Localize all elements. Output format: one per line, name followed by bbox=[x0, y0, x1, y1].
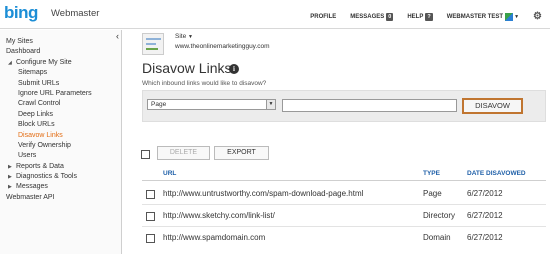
sidebar-item-ignore-url-parameters[interactable]: Ignore URL Parameters bbox=[6, 89, 92, 99]
help-label: HELP bbox=[407, 13, 424, 20]
sidebar-item-block-urls[interactable]: Block URLs bbox=[6, 120, 92, 130]
row-checkbox[interactable] bbox=[146, 190, 155, 199]
collapsed-triangle-icon: ▶ bbox=[8, 174, 12, 181]
column-header-url[interactable]: URL bbox=[163, 170, 176, 177]
sidebar-item-crawl-control[interactable]: Crawl Control bbox=[6, 99, 92, 109]
row-url: http://www.sketchy.com/link-list/ bbox=[163, 211, 275, 220]
sidebar-item-submit-urls[interactable]: Submit URLs bbox=[6, 79, 92, 89]
collapsed-triangle-icon: ▶ bbox=[8, 163, 12, 170]
link-type-select[interactable]: Page ▼ bbox=[147, 99, 276, 110]
account-menu[interactable]: WEBMASTER TEST ▼ bbox=[446, 12, 520, 21]
row-divider bbox=[142, 226, 546, 227]
collapsed-triangle-icon: ▶ bbox=[8, 184, 12, 191]
sidebar-item-reports-data[interactable]: ▶ Reports & Data bbox=[6, 162, 92, 172]
sidebar-item-label: Configure My Site bbox=[16, 58, 72, 66]
sidebar-item-configure-my-site[interactable]: ◢ Configure My Site bbox=[6, 58, 92, 68]
sidebar-item-dashboard[interactable]: Dashboard bbox=[6, 47, 92, 57]
chevron-down-icon: ▼ bbox=[266, 100, 275, 109]
sidebar-nav: My Sites Dashboard ◢ Configure My Site Si… bbox=[6, 37, 92, 203]
account-label: WEBMASTER TEST bbox=[446, 13, 504, 20]
expanded-triangle-icon: ◢ bbox=[8, 59, 12, 66]
row-type: Page bbox=[423, 189, 442, 198]
top-bar: bing Webmaster PROFILE MESSAGES 0 HELP? W… bbox=[0, 0, 550, 29]
collapse-sidebar-icon[interactable]: ‹ bbox=[116, 31, 119, 41]
row-checkbox[interactable] bbox=[146, 234, 155, 243]
row-checkbox[interactable] bbox=[146, 212, 155, 221]
sidebar-item-diagnostics-tools[interactable]: ▶ Diagnostics & Tools bbox=[6, 172, 92, 182]
chevron-down-icon: ▼ bbox=[188, 34, 193, 40]
url-input[interactable] bbox=[282, 99, 457, 112]
sidebar-item-sitemaps[interactable]: Sitemaps bbox=[6, 68, 92, 78]
disavow-button[interactable]: DISAVOW bbox=[462, 98, 523, 114]
sidebar-item-my-sites[interactable]: My Sites bbox=[6, 37, 92, 47]
user-icon bbox=[505, 12, 514, 21]
info-icon[interactable]: i bbox=[229, 64, 239, 74]
header-divider bbox=[142, 180, 546, 181]
sidebar-item-webmaster-api[interactable]: Webmaster API bbox=[6, 193, 92, 203]
sidebar-item-messages[interactable]: ▶ Messages bbox=[6, 182, 92, 192]
row-url: http://www.spamdomain.com bbox=[163, 233, 266, 242]
row-type: Domain bbox=[423, 233, 451, 242]
sidebar-item-label: Diagnostics & Tools bbox=[16, 173, 77, 181]
sidebar-item-users[interactable]: Users bbox=[6, 151, 92, 161]
help-link[interactable]: HELP? bbox=[407, 12, 433, 21]
sidebar-item-disavow-links[interactable]: Disavow Links bbox=[6, 131, 92, 141]
top-nav: PROFILE MESSAGES 0 HELP? WEBMASTER TEST ▼ … bbox=[296, 11, 550, 22]
help-badge: ? bbox=[425, 12, 433, 21]
bing-logo[interactable]: bing bbox=[4, 3, 38, 23]
gear-icon[interactable]: ⚙ bbox=[533, 11, 542, 22]
messages-count-badge: 0 bbox=[386, 12, 394, 21]
row-date: 6/27/2012 bbox=[467, 189, 503, 198]
row-url: http://www.untrustworthy.com/spam-downlo… bbox=[163, 189, 364, 198]
messages-label: MESSAGES bbox=[350, 13, 385, 20]
chevron-down-icon: ▼ bbox=[514, 13, 520, 20]
site-selector[interactable]: Site ▼ bbox=[175, 33, 193, 40]
column-header-type[interactable]: TYPE bbox=[423, 170, 440, 177]
select-all-checkbox[interactable] bbox=[141, 150, 150, 159]
sidebar-item-verify-ownership[interactable]: Verify Ownership bbox=[6, 141, 92, 151]
sidebar: ‹ My Sites Dashboard ◢ Configure My Site … bbox=[0, 30, 122, 254]
sidebar-item-deep-links[interactable]: Deep Links bbox=[6, 110, 92, 120]
profile-label: PROFILE bbox=[310, 13, 337, 20]
logo-text: bing bbox=[4, 3, 38, 22]
site-label: Site bbox=[175, 33, 187, 40]
delete-button[interactable]: DELETE bbox=[157, 146, 210, 160]
site-url: www.theonlinemarketingguy.com bbox=[175, 43, 270, 50]
messages-link[interactable]: MESSAGES 0 bbox=[350, 12, 394, 21]
row-type: Directory bbox=[423, 211, 456, 220]
profile-link[interactable]: PROFILE bbox=[310, 14, 336, 20]
row-divider bbox=[142, 204, 546, 205]
row-date: 6/27/2012 bbox=[467, 211, 503, 220]
link-type-value: Page bbox=[151, 101, 167, 108]
sidebar-item-label: Reports & Data bbox=[16, 162, 64, 170]
sidebar-item-label: Messages bbox=[16, 183, 48, 191]
column-header-date[interactable]: DATE DISAVOWED bbox=[467, 170, 526, 177]
product-name: Webmaster bbox=[51, 8, 100, 19]
page-title: Disavow Links bbox=[142, 60, 232, 76]
site-thumbnail bbox=[142, 33, 164, 55]
row-date: 6/27/2012 bbox=[467, 233, 503, 242]
page-question: Which inbound links would like to disavo… bbox=[142, 80, 267, 87]
export-button[interactable]: EXPORT bbox=[214, 146, 269, 160]
